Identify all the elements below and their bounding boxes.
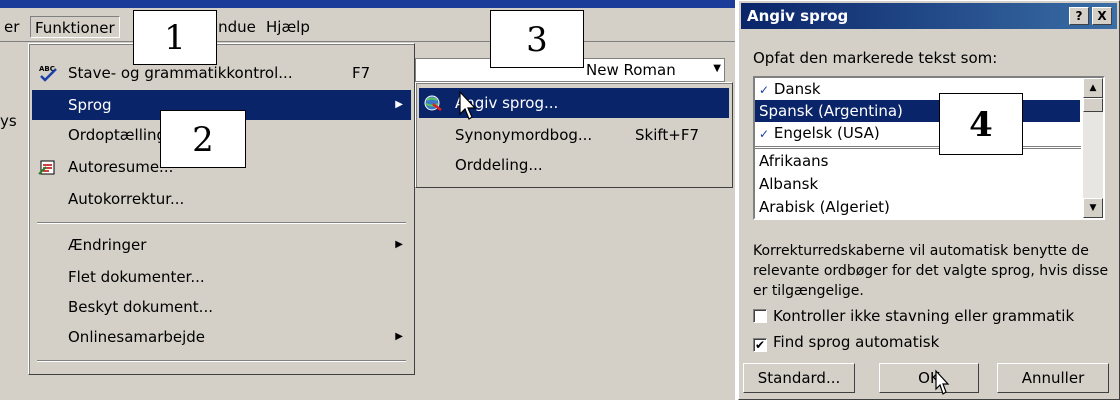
no-spellcheck-checkbox[interactable]: Kontroller ikke stavning eller grammatik	[753, 307, 1074, 325]
mouse-pointer-icon	[459, 90, 477, 120]
scroll-up-icon[interactable]: ▲	[1083, 78, 1103, 98]
menu-item-label: Onlinesamarbejde	[68, 328, 206, 346]
detect-language-checkbox[interactable]: ✔ Find sprog automatisk	[753, 333, 939, 352]
spellcheck-icon: ✓	[759, 83, 770, 97]
spellcheck-icon: ABC	[39, 65, 57, 82]
menu-item-shortcut: F7	[352, 64, 371, 82]
callout-4: 4	[939, 93, 1023, 155]
toolbar-fragment: ys	[0, 112, 17, 130]
menu-view-fragment[interactable]: er	[0, 16, 23, 38]
menu-item-merge-documents[interactable]: Flet dokumenter...	[32, 262, 411, 292]
menu-item-label: Autokorrektur...	[68, 190, 185, 208]
submenu-arrow-icon: ▶	[395, 99, 403, 110]
list-separator	[755, 146, 1081, 149]
menu-funktioner[interactable]: Funktioner	[30, 16, 120, 38]
menu-item-hyphenation[interactable]: Orddeling...	[419, 150, 729, 180]
checkbox-label: Find sprog automatisk	[773, 333, 940, 351]
language-option-afrikaans[interactable]: Afrikaans	[759, 150, 828, 172]
menu-item-protect-document[interactable]: Beskyt dokument...	[32, 292, 411, 322]
language-option-engelsk-usa[interactable]: ✓ Engelsk (USA)	[759, 122, 880, 144]
autosummary-icon	[38, 160, 55, 175]
language-label: Spansk (Argentina)	[759, 102, 903, 120]
dropdown-arrow-icon[interactable]: ▼	[713, 63, 721, 74]
dialog-description: Korrekturredskaberne vil automatisk beny…	[753, 243, 1109, 299]
font-name-value: New Roman	[586, 61, 676, 79]
menu-item-thesaurus[interactable]: Synonymordbog... Skift+F7	[419, 120, 729, 150]
word-menu-screenshot: er Funktioner Vindue Hjælp ys New Roman …	[0, 0, 735, 400]
menu-item-label: Synonymordbog...	[455, 126, 593, 144]
menu-separator	[37, 222, 406, 224]
titlebar-strip	[0, 0, 735, 8]
language-option-arabisk-algeriet[interactable]: Arabisk (Algeriet)	[759, 196, 890, 218]
menu-item-label: Autoresume...	[68, 158, 174, 176]
close-button[interactable]: X	[1092, 7, 1112, 25]
checkbox-checked-icon[interactable]: ✔	[753, 338, 767, 352]
checkbox-unchecked-icon[interactable]	[753, 309, 767, 323]
language-option-dansk[interactable]: ✓ Dansk	[759, 78, 821, 100]
ok-button[interactable]: OK	[879, 363, 979, 393]
menu-item-label: Ændringer	[68, 236, 147, 254]
language-globe-icon	[424, 95, 442, 111]
callout-3: 3	[490, 10, 584, 68]
menu-separator	[37, 360, 406, 362]
cancel-button[interactable]: Annuller	[997, 363, 1109, 393]
language-list-label: Opfat den markerede tekst som:	[753, 49, 998, 67]
help-button[interactable]: ?	[1069, 7, 1089, 25]
menu-item-track-changes[interactable]: Ændringer ▶	[32, 230, 411, 260]
menu-item-spelling[interactable]: ABC Stave- og grammatikkontrol... F7	[32, 58, 411, 88]
menu-item-label: Flet dokumenter...	[68, 268, 205, 286]
submenu-arrow-icon: ▶	[395, 331, 403, 342]
menu-item-shortcut: Skift+F7	[635, 126, 700, 144]
default-button[interactable]: Standard...	[743, 363, 855, 393]
language-option-albansk[interactable]: Albansk	[759, 173, 818, 195]
menu-hjaelp[interactable]: Hjælp	[262, 16, 314, 38]
language-label: Engelsk (USA)	[773, 124, 880, 142]
set-language-dialog: Angiv sprog ? X Opfat den markerede teks…	[738, 0, 1120, 400]
callout-1: 1	[133, 10, 217, 65]
dialog-title: Angiv sprog	[747, 7, 849, 25]
list-scrollbar[interactable]: ▲ ▼	[1083, 78, 1103, 218]
mouse-pointer-icon	[935, 369, 950, 395]
checkbox-label: Kontroller ikke stavning eller grammatik	[773, 307, 1075, 325]
menu-item-label: Beskyt dokument...	[68, 298, 213, 316]
language-label: Dansk	[773, 80, 821, 98]
language-listbox[interactable]: ✓ Dansk Spansk (Argentina) ✓ Engelsk (US…	[753, 76, 1105, 220]
menu-item-label: Orddeling...	[455, 156, 543, 174]
menu-item-autocorrect[interactable]: Autokorrektur...	[32, 184, 411, 214]
funktioner-menu: ABC Stave- og grammatikkontrol... F7 Spr…	[28, 43, 415, 375]
scroll-down-icon[interactable]: ▼	[1083, 198, 1103, 218]
menu-item-label: Sprog	[68, 96, 112, 114]
dialog-titlebar: Angiv sprog ? X	[741, 3, 1117, 29]
language-option-spansk-argentina[interactable]: Spansk (Argentina)	[755, 100, 1080, 122]
menu-item-online-collaboration[interactable]: Onlinesamarbejde ▶	[32, 322, 411, 352]
submenu-arrow-icon: ▶	[395, 239, 403, 250]
spellcheck-icon: ✓	[759, 127, 770, 141]
scroll-thumb[interactable]	[1083, 98, 1103, 112]
callout-2: 2	[160, 110, 246, 168]
menu-bar: er Funktioner Vindue Hjælp	[0, 8, 735, 42]
